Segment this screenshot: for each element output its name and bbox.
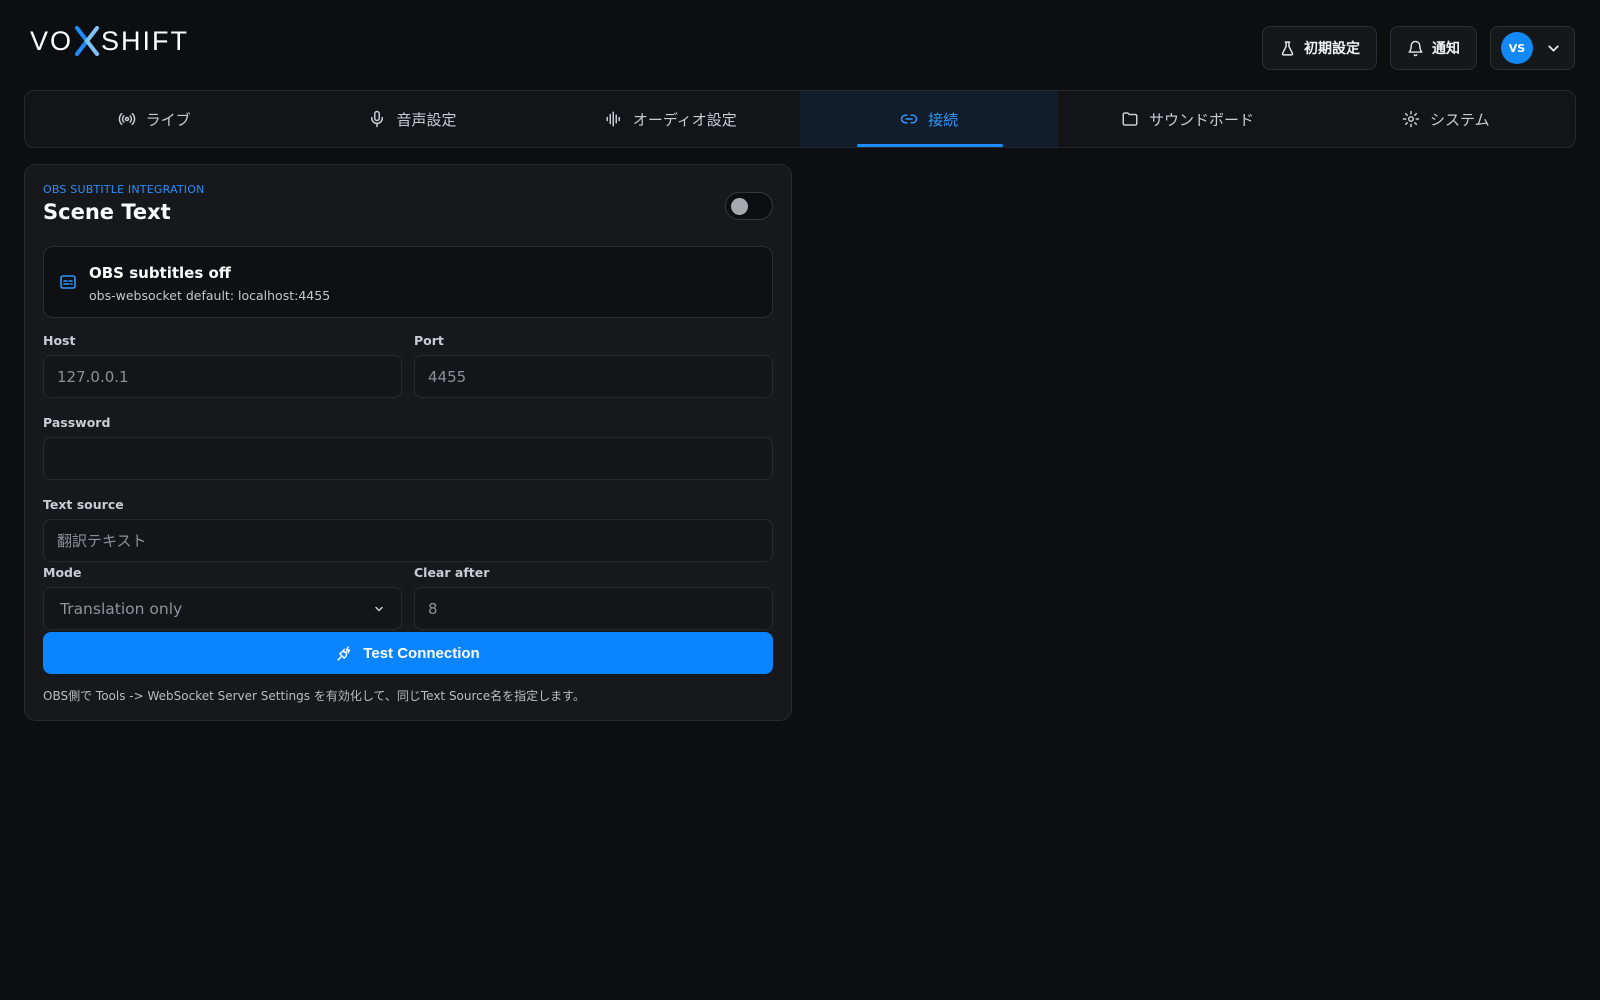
- initial-setup-button[interactable]: 初期設定: [1262, 26, 1377, 70]
- app-logo: VO SHIFT: [30, 26, 189, 56]
- text-source-input[interactable]: [43, 519, 773, 562]
- tab-live[interactable]: ライブ: [25, 91, 283, 147]
- card-title: Scene Text: [43, 200, 171, 224]
- bell-icon: [1408, 40, 1423, 56]
- test-connection-button[interactable]: Test Connection: [43, 632, 773, 674]
- top-bar: VO SHIFT 初期設定 通知 VS: [0, 0, 1600, 88]
- link-icon: [900, 114, 918, 124]
- password-input[interactable]: [43, 437, 773, 480]
- notifications-label: 通知: [1432, 41, 1460, 57]
- microphone-icon: [371, 110, 384, 128]
- tab-audio-settings[interactable]: オーディオ設定: [542, 91, 800, 147]
- chevron-down-icon: [1548, 44, 1559, 52]
- tab-soundboard-label: サウンドボード: [1148, 110, 1254, 129]
- obs-enable-toggle[interactable]: [725, 192, 773, 220]
- header-actions: 初期設定 通知 VS: [1262, 26, 1575, 70]
- flask-icon: [1281, 40, 1294, 56]
- tab-soundboard[interactable]: サウンドボード: [1058, 91, 1316, 147]
- host-label: Host: [43, 333, 76, 348]
- obs-setup-hint: OBS側で Tools -> WebSocket Server Settings…: [43, 689, 585, 703]
- mode-selected-value: Translation only: [60, 599, 183, 618]
- port-label: Port: [414, 333, 444, 348]
- host-input[interactable]: [43, 355, 402, 398]
- tab-connection-label: 接続: [928, 110, 959, 129]
- folder-icon: [1122, 112, 1138, 126]
- obs-subtitle-card: OBS SUBTITLE INTEGRATION Scene Text OBS …: [24, 164, 792, 721]
- logo-x-mark-icon: [75, 26, 100, 56]
- status-subtitle: obs-websocket default: localhost:4455: [89, 288, 331, 303]
- tab-voice-settings[interactable]: 音声設定: [283, 91, 541, 147]
- tab-voice-settings-label: 音声設定: [396, 110, 457, 129]
- avatar: VS: [1501, 32, 1533, 64]
- logo-prefix: VO: [30, 25, 74, 56]
- main-tabs: ライブ 音声設定 オーディオ設定 接続 サウンドボード システム: [24, 90, 1576, 148]
- tab-system-label: システム: [1430, 110, 1490, 129]
- mode-select-box[interactable]: Translation only: [43, 587, 402, 630]
- mode-label: Mode: [43, 565, 82, 580]
- subtitles-icon: [60, 275, 76, 289]
- plug-icon: [337, 645, 351, 661]
- clear-after-label: Clear after: [414, 565, 490, 580]
- logo-suffix: SHIFT: [101, 25, 190, 56]
- clear-after-input[interactable]: [414, 587, 773, 630]
- user-menu-button[interactable]: VS: [1490, 26, 1575, 70]
- status-box: OBS subtitles off obs-websocket default:…: [43, 246, 773, 318]
- broadcast-icon: [118, 112, 135, 126]
- mode-select[interactable]: Translation only: [43, 587, 402, 630]
- password-label: Password: [43, 415, 111, 430]
- status-title: OBS subtitles off: [89, 264, 231, 282]
- chevron-down-icon: [375, 606, 383, 611]
- test-connection-label: Test Connection: [363, 644, 480, 662]
- tab-audio-settings-label: オーディオ設定: [632, 110, 737, 129]
- audio-wave-icon: [606, 111, 620, 127]
- gear-icon: [1402, 110, 1420, 128]
- initial-setup-label: 初期設定: [1304, 41, 1360, 57]
- tab-live-label: ライブ: [145, 110, 191, 129]
- tab-system[interactable]: システム: [1317, 91, 1575, 147]
- tab-connection[interactable]: 接続: [799, 91, 1059, 147]
- port-input[interactable]: [414, 355, 773, 398]
- text-source-label: Text source: [43, 497, 124, 512]
- notifications-button[interactable]: 通知: [1390, 26, 1477, 70]
- card-eyebrow: OBS SUBTITLE INTEGRATION: [43, 183, 205, 196]
- toggle-knob: [731, 198, 748, 215]
